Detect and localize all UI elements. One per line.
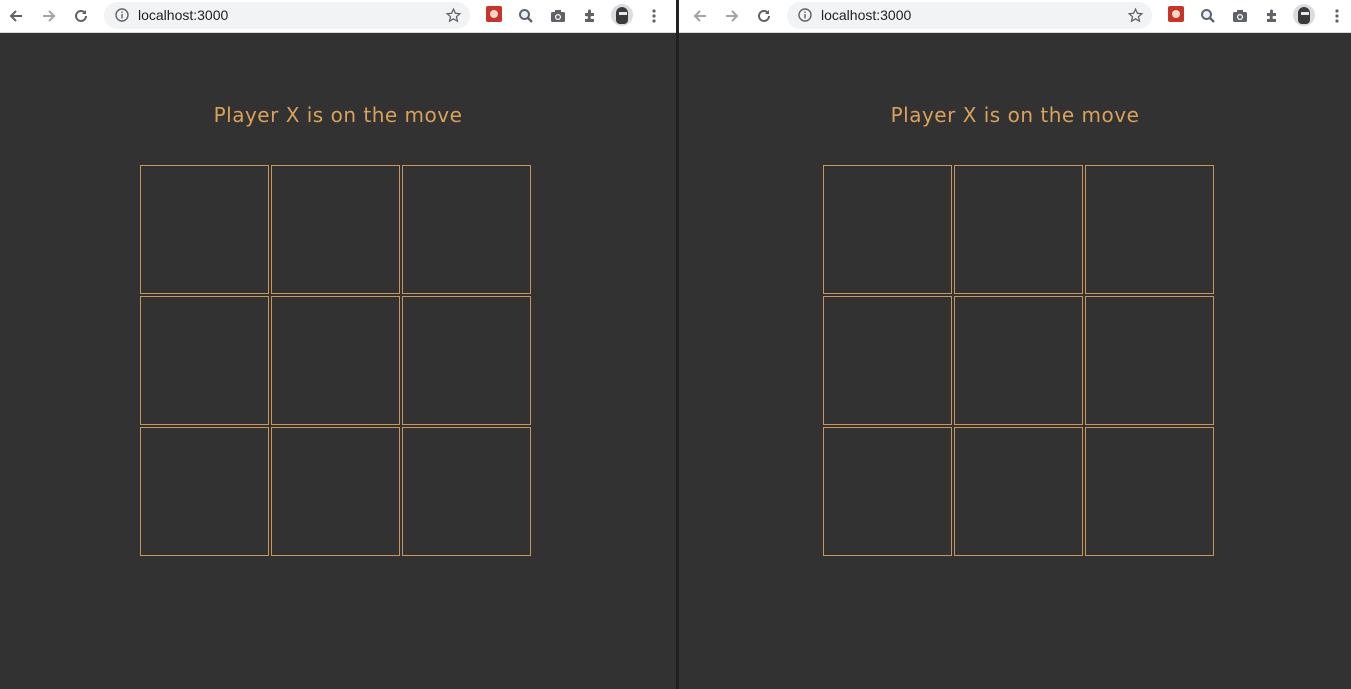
forward-arrow-icon [43,10,56,22]
extension-red-icon[interactable] [1168,6,1184,22]
menu-button[interactable] [1324,3,1350,29]
forward-button[interactable] [36,3,62,29]
board-cell[interactable] [140,296,269,425]
kebab-menu-icon [652,9,656,23]
game-status: Player X is on the move [213,103,463,127]
zoom-extension-button[interactable] [1195,3,1221,29]
puzzle-icon [1267,9,1276,22]
board-cell[interactable] [954,296,1083,425]
game-status: Player X is on the move [890,103,1140,127]
back-button[interactable] [3,3,29,29]
camera-extension-button[interactable] [545,3,571,29]
camera-icon [1233,10,1247,22]
forward-arrow-icon [726,10,739,22]
game-board [140,165,531,556]
star-icon[interactable] [445,7,462,24]
camera-icon [551,10,565,22]
reload-button[interactable] [68,3,94,29]
board-cell[interactable] [1085,296,1214,425]
info-icon[interactable] [115,8,129,22]
board-cell[interactable] [140,165,269,294]
star-icon[interactable] [1127,7,1144,24]
profile-avatar[interactable] [611,4,633,26]
address-bar[interactable]: localhost:3000 [787,2,1152,29]
back-button[interactable] [687,3,713,29]
puzzle-icon [585,9,594,22]
back-arrow-icon [9,10,22,22]
browser-toolbar: localhost:3000 [679,0,1351,33]
address-bar[interactable]: localhost:3000 [104,2,470,29]
back-arrow-icon [693,10,706,22]
board-cell[interactable] [402,165,531,294]
game-board [823,165,1214,556]
url-text[interactable]: localhost:3000 [138,2,228,29]
board-cell[interactable] [823,165,952,294]
zoom-icon [1201,9,1215,23]
board-cell[interactable] [402,427,531,556]
browser-window-right: localhost:3000 Player X is on the move [679,0,1351,689]
board-cell[interactable] [954,165,1083,294]
board-cell[interactable] [271,427,400,556]
board-cell[interactable] [1085,165,1214,294]
browser-window-left: localhost:3000 Player X is on the move [0,0,676,689]
board-cell[interactable] [1085,427,1214,556]
extensions-button[interactable] [577,3,603,29]
board-cell[interactable] [271,296,400,425]
zoom-extension-button[interactable] [513,3,539,29]
board-cell[interactable] [954,427,1083,556]
url-text[interactable]: localhost:3000 [821,2,911,29]
zoom-icon [519,9,533,23]
browser-toolbar: localhost:3000 [0,0,676,33]
menu-button[interactable] [641,3,667,29]
board-cell[interactable] [140,427,269,556]
info-icon[interactable] [798,8,812,22]
extensions-button[interactable] [1259,3,1285,29]
board-cell[interactable] [402,296,531,425]
reload-icon [758,9,770,22]
forward-button[interactable] [719,3,745,29]
board-cell[interactable] [271,165,400,294]
extension-red-icon[interactable] [486,6,502,22]
kebab-menu-icon [1335,9,1339,23]
reload-button[interactable] [751,3,777,29]
board-cell[interactable] [823,296,952,425]
camera-extension-button[interactable] [1227,3,1253,29]
board-cell[interactable] [823,427,952,556]
reload-icon [75,9,87,22]
profile-avatar[interactable] [1293,4,1315,26]
